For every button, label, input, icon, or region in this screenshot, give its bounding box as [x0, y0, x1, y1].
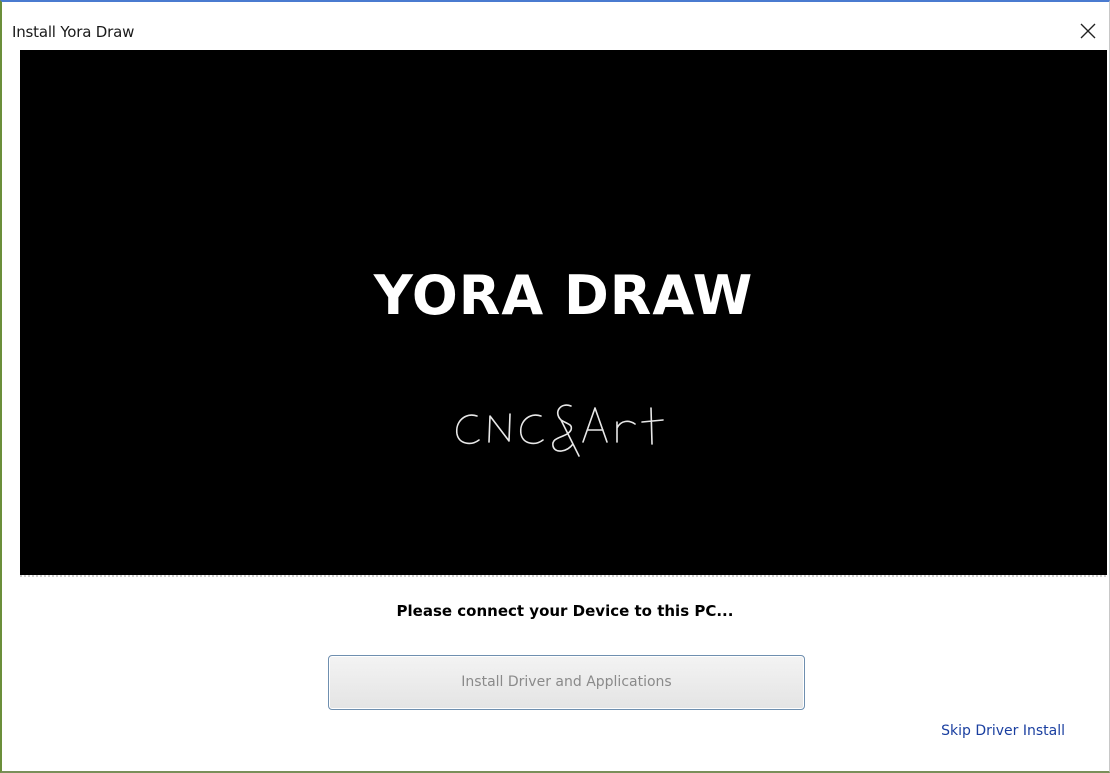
- skip-driver-install-link[interactable]: Skip Driver Install: [941, 723, 1065, 739]
- connect-device-message: Please connect your Device to this PC...: [396, 602, 734, 620]
- install-driver-button[interactable]: Install Driver and Applications: [328, 655, 805, 710]
- brand-subtitle-handwriting: [455, 404, 664, 457]
- brand-title: YORA DRAW: [373, 264, 754, 327]
- brand-subtitle: [20, 394, 1107, 470]
- window-title: Install Yora Draw: [12, 23, 135, 41]
- banner-divider: [20, 575, 1107, 577]
- brand-banner: YORA DRAW: [20, 50, 1107, 576]
- close-icon[interactable]: [1073, 16, 1103, 46]
- title-bar: Install Yora Draw: [2, 2, 1109, 52]
